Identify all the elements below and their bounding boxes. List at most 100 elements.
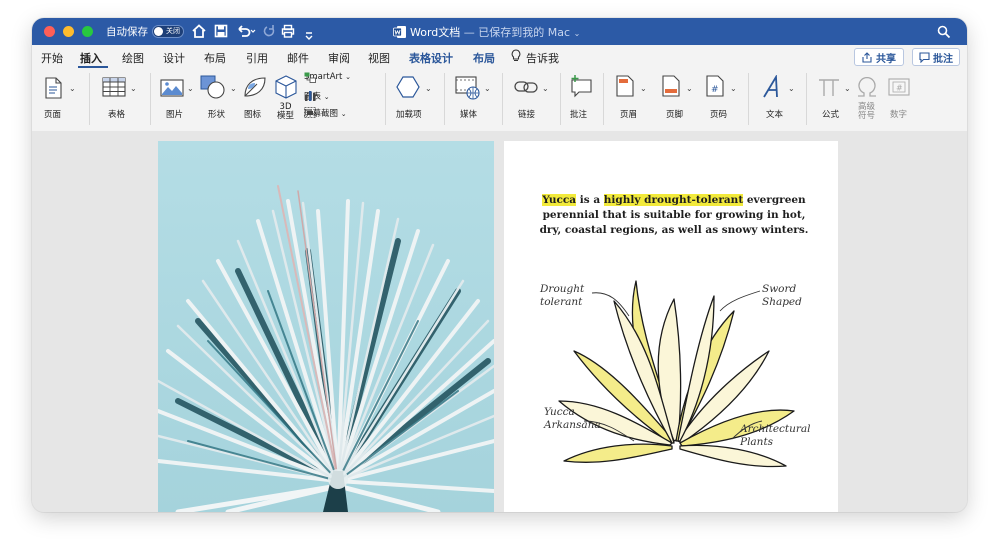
autosave-label: 自动保存 [106,26,148,38]
close-window-button[interactable] [44,26,55,37]
media-button[interactable]: ⌄ 媒体 [452,69,496,131]
table-label: 表格 [108,110,126,120]
advanced-symbol-button[interactable]: 高级 符号 [854,69,884,131]
document-name: Word文档 [410,26,461,39]
footer-button[interactable]: ⌄ 页脚 [656,69,700,131]
search-icon[interactable] [937,24,951,43]
table-icon [102,77,126,97]
media-icon [455,76,480,100]
pages-label: 页面 [44,110,62,120]
ribbon-divider [502,73,503,125]
new-comment-button[interactable]: 批注 [566,69,598,131]
tab-design[interactable]: 设计 [163,50,185,66]
share-icon [862,51,872,63]
customize-toolbar-icon[interactable] [304,26,314,45]
comment-icon [919,51,930,63]
header-label: 页眉 [620,110,638,120]
highlighted-word-yucca: Yucca [542,194,577,206]
tab-mailings[interactable]: 邮件 [287,50,309,66]
text-label: 文本 [766,110,784,120]
number-button[interactable]: # 数字 [884,69,918,131]
text-button[interactable]: ⌄ 文本 [756,69,800,131]
table-button[interactable]: ⌄ 表格 [98,69,142,131]
chevron-down-icon: ⌄ [844,84,851,93]
document-page[interactable]: Yucca is a highly drought-tolerant everg… [504,141,838,512]
icons-button[interactable]: 图标 [238,69,274,131]
zoom-window-button[interactable] [82,26,93,37]
ribbon-divider [89,73,90,125]
autosave-toggle[interactable]: 关闭 [152,25,184,38]
chart-button[interactable]: 图表 ⌄ [304,90,330,102]
chevron-down-icon: ⌄ [788,84,795,93]
annotation-yucca-arkansana: Yucca Arkansana [544,406,601,431]
document-title[interactable]: Word文档 — 已保存到我的 Mac ⌄ [410,24,580,40]
tab-table-layout[interactable]: 布局 [473,50,495,66]
page-icon [45,77,62,99]
title-chevron-down-icon[interactable]: ⌄ [574,29,581,38]
header-button[interactable]: ⌄ 页眉 [610,69,654,131]
ribbon-divider [444,73,445,125]
shapes-label: 形状 [208,110,226,120]
shapes-button[interactable]: ⌄ 形状 [198,69,238,131]
ribbon-divider [603,73,604,125]
smartart-icon [304,72,316,83]
undo-icon[interactable] [236,23,256,42]
tab-layout[interactable]: 布局 [204,50,226,66]
yucca-quote[interactable]: Yucca is a highly drought-tolerant everg… [534,193,814,238]
addins-button[interactable]: ⌄ 加载项 [392,69,438,131]
chevron-down-icon: ⌄ [230,84,237,93]
links-button[interactable]: ⌄ 链接 [510,69,556,131]
annotation-drought-tolerant: Drought tolerant [540,283,585,308]
tab-draw[interactable]: 绘图 [122,50,144,66]
tab-home[interactable]: 开始 [41,50,63,66]
share-label: 共享 [876,53,896,65]
number-label: 数字 [890,110,908,120]
tab-review[interactable]: 审阅 [328,50,350,66]
save-icon[interactable] [214,23,228,42]
lightbulb-icon [510,49,522,65]
number-icon: # [888,78,910,96]
equation-button[interactable]: ⌄ 公式 [814,69,854,131]
palm-leaf-photo[interactable] [158,141,494,512]
ribbon-divider [560,73,561,125]
home-icon[interactable] [192,23,206,42]
screenshot-button[interactable]: 屏幕截图 ⌄ [304,107,347,119]
illustrations-small-group: SmartArt ⌄ 图表 ⌄ 屏幕截图 ⌄ [304,69,376,131]
highlighted-drought-tolerant: highly drought-tolerant [603,194,744,206]
pictures-button[interactable]: ⌄ 图片 [158,69,198,131]
svg-text:#: # [711,85,719,95]
shapes-icon [200,75,225,99]
ribbon-divider [748,73,749,125]
addins-label: 加载项 [396,110,422,120]
tab-references[interactable]: 引用 [246,50,268,66]
chevron-down-icon: ⌄ [425,84,432,93]
redo-icon[interactable] [262,23,276,42]
chevron-down-icon: ⌄ [130,84,137,93]
chevron-down-icon: ⌄ [484,84,491,93]
tab-insert[interactable]: 插入 [80,50,102,66]
tab-view[interactable]: 视图 [368,50,390,66]
annotation-sword-shaped: Sword Shaped [762,283,802,308]
tab-table-design[interactable]: 表格设计 [409,50,453,66]
media-label: 媒体 [460,110,478,120]
comments-label: 批注 [933,53,953,65]
share-button[interactable]: 共享 [854,48,904,66]
footer-icon [662,75,680,97]
word-window: 自动保存 关闭 Word文档 — 已保存到我的 Mac ⌄ 开始 插入 绘图 设… [32,18,967,512]
3d-models-button[interactable]: 3D 模型 [272,69,302,131]
cube-icon [275,75,297,99]
pages-button[interactable]: ⌄ 页面 [40,69,78,131]
link-icon [514,81,538,93]
minimize-window-button[interactable] [63,26,74,37]
print-icon[interactable] [281,23,295,42]
smartart-button[interactable]: SmartArt ⌄ [304,72,351,83]
header-icon [616,75,634,97]
document-canvas[interactable]: Yucca is a highly drought-tolerant everg… [32,131,967,512]
comments-button[interactable]: 批注 [912,48,960,66]
page-number-button[interactable]: # ⌄ 页码 [700,69,744,131]
new-comment-label: 批注 [570,110,588,120]
word-app-icon [393,24,407,43]
tab-tell-me[interactable]: 告诉我 [526,50,559,66]
active-tab-indicator [78,66,108,68]
insert-ribbon: ⌄ 页面 ⌄ 表格 ⌄ 图片 ⌄ 形状 图标 3D 模型 SmartArt ⌄ … [32,69,967,132]
